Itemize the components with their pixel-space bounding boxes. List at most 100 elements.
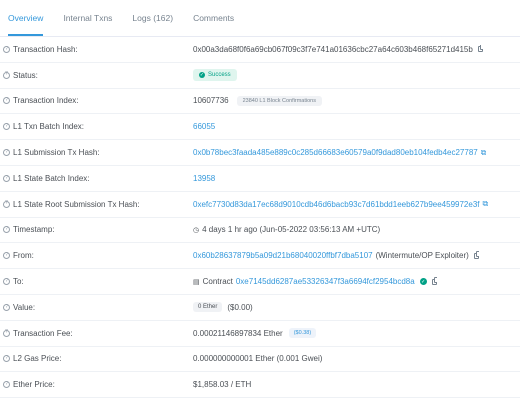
question-circle-icon[interactable]: ? xyxy=(3,200,10,208)
question-circle-icon[interactable]: ? xyxy=(3,174,10,182)
row-to: ? To: ▤ Contract 0xe7145dd6287ae53326347… xyxy=(0,269,520,295)
label: ? Timestamp: xyxy=(0,225,193,234)
value: 10607736 23840 L1 Block Confirmations xyxy=(193,95,322,106)
value: $1,858.03 / ETH xyxy=(193,380,251,389)
external-link-icon[interactable]: ⧉ xyxy=(481,148,487,158)
label: ? Transaction Hash: xyxy=(0,45,193,54)
external-link-icon[interactable]: ⧉ xyxy=(483,199,489,209)
tab-overview[interactable]: Overview xyxy=(8,0,44,36)
value: ✓ Success xyxy=(193,69,237,82)
check-circle-icon: ✓ xyxy=(199,72,205,79)
row-timestamp: ? Timestamp: ◷ 4 days 1 hr ago (Jun-05-2… xyxy=(0,218,520,244)
label: ? L1 Txn Batch Index: xyxy=(0,122,193,131)
label: ? From: xyxy=(0,251,193,260)
row-from: ? From: 0x60b28637879b5a09d21b68040020ff… xyxy=(0,243,520,270)
row-transaction-fee: ? Transaction Fee: 0.00021146897834 Ethe… xyxy=(0,321,520,347)
row-l1-state-batch-index: ? L1 State Batch Index: 13958 xyxy=(0,166,520,192)
label-text: Timestamp: xyxy=(13,225,55,235)
label-text: Transaction Hash: xyxy=(13,44,78,54)
value: 0x60b28637879b5a09d21b68040020ffbf7dba51… xyxy=(193,251,479,260)
question-circle-icon[interactable]: ? xyxy=(3,71,10,79)
l1-submission-hash-link[interactable]: 0x0b78bec3faada485e889c0c285d66683e60579… xyxy=(193,148,478,157)
ether-price-value: $1,858.03 / ETH xyxy=(193,380,252,390)
label-text: Value: xyxy=(13,302,36,312)
label: ? Status: xyxy=(0,71,193,80)
value: 0x00a3da68f0f6a69cb067f09c3f7e741a01636c… xyxy=(193,44,483,54)
value: 0.000000000001 Ether (0.001 Gwei) xyxy=(193,354,322,363)
row-ether-price: ? Ether Price: $1,858.03 / ETH xyxy=(0,372,520,399)
timestamp-value: 4 days 1 hr ago (Jun-05-2022 03:56:13 AM… xyxy=(202,225,381,235)
label-text: From: xyxy=(13,251,34,261)
fee-usd-badge: ($0.38) xyxy=(288,328,317,339)
confirmations-badge: 23840 L1 Block Confirmations xyxy=(236,95,322,106)
clock-icon: ◷ xyxy=(193,226,200,234)
label: ? To: xyxy=(0,277,193,286)
gas-price-value: 0.000000000001 Ether (0.001 Gwei) xyxy=(193,354,323,364)
question-circle-icon[interactable]: ? xyxy=(3,149,10,157)
label: ? L2 Gas Price: xyxy=(0,354,193,363)
row-value: ? Value: 0 Ether ($0.00) xyxy=(0,295,520,321)
tab-comments[interactable]: Comments xyxy=(193,0,234,36)
tab-logs[interactable]: Logs (162) xyxy=(132,0,173,36)
question-circle-icon[interactable]: ? xyxy=(3,252,10,260)
l1-state-root-hash-link[interactable]: 0xefc7730d83da17ec68d9010cdb46d6bacb93c7… xyxy=(193,200,480,209)
label-text: Ether Price: xyxy=(13,380,55,390)
value: 0x0b78bec3faada485e889c0c285d66683e60579… xyxy=(193,148,486,158)
label-text: To: xyxy=(13,277,24,287)
question-circle-icon[interactable]: ? xyxy=(3,329,10,337)
label-text: L1 State Root Submission Tx Hash: xyxy=(13,199,140,209)
row-status: ? Status: ✓ Success xyxy=(0,63,520,89)
label-text: L1 Submission Tx Hash: xyxy=(13,148,100,158)
check-circle-icon: ✓ xyxy=(419,278,427,286)
l1-txn-batch-link[interactable]: 66055 xyxy=(193,122,215,131)
question-circle-icon[interactable]: ? xyxy=(3,278,10,286)
row-l1-state-root-hash: ? L1 State Root Submission Tx Hash: 0xef… xyxy=(0,192,520,218)
copy-icon[interactable] xyxy=(477,44,483,53)
label-text: L1 Txn Batch Index: xyxy=(13,122,85,132)
copy-icon[interactable] xyxy=(431,277,437,285)
value: 0 Ether ($0.00) xyxy=(193,302,253,313)
label: ? Transaction Fee: xyxy=(0,329,193,338)
question-circle-icon[interactable]: ? xyxy=(3,45,10,53)
value: 13958 xyxy=(193,174,215,183)
question-circle-icon[interactable]: ? xyxy=(3,226,10,234)
value: 0.00021146897834 Ether ($0.38) xyxy=(193,328,317,339)
label: ? Transaction Index: xyxy=(0,96,193,105)
l1-state-batch-link[interactable]: 13958 xyxy=(193,174,215,183)
usd-value: ($0.00) xyxy=(227,302,253,312)
question-circle-icon[interactable]: ? xyxy=(3,355,10,363)
transaction-details: ? Transaction Hash: 0x00a3da68f0f6a69cb0… xyxy=(0,37,520,399)
contract-prefix: Contract xyxy=(202,277,233,287)
from-address-tag: (Wintermute/OP Exploiter) xyxy=(375,251,469,261)
value: 66055 xyxy=(193,122,215,131)
question-circle-icon[interactable]: ? xyxy=(3,123,10,131)
ether-value-badge: 0 Ether xyxy=(193,302,223,313)
label-text: L1 State Batch Index: xyxy=(13,173,90,183)
copy-icon[interactable] xyxy=(473,251,479,259)
label: ? L1 State Batch Index: xyxy=(0,174,193,183)
tab-bar: Overview Internal Txns Logs (162) Commen… xyxy=(0,0,520,37)
transaction-index-value: 10607736 xyxy=(193,96,229,106)
row-l1-submission-tx-hash: ? L1 Submission Tx Hash: 0x0b78bec3faada… xyxy=(0,140,520,166)
label-text: Status: xyxy=(13,70,38,80)
question-circle-icon[interactable]: ? xyxy=(3,303,10,311)
label: ? Value: xyxy=(0,303,193,312)
row-transaction-index: ? Transaction Index: 10607736 23840 L1 B… xyxy=(0,89,520,115)
file-contract-icon: ▤ xyxy=(193,278,200,286)
status-badge: ✓ Success xyxy=(193,69,237,82)
row-transaction-hash: ? Transaction Hash: 0x00a3da68f0f6a69cb0… xyxy=(0,37,520,63)
question-circle-icon[interactable]: ? xyxy=(3,97,10,105)
label: ? Ether Price: xyxy=(0,380,193,389)
tab-internal-txns[interactable]: Internal Txns xyxy=(63,0,112,36)
question-circle-icon[interactable]: ? xyxy=(3,381,10,389)
status-text: Success xyxy=(208,72,231,79)
from-address-link[interactable]: 0x60b28637879b5a09d21b68040020ffbf7dba51… xyxy=(193,251,373,260)
transaction-fee-value: 0.00021146897834 Ether xyxy=(193,328,283,338)
label-text: L2 Gas Price: xyxy=(13,354,62,364)
value: ◷ 4 days 1 hr ago (Jun-05-2022 03:56:13 … xyxy=(193,225,380,234)
label-text: Transaction Index: xyxy=(13,96,79,106)
row-l2-gas-price: ? L2 Gas Price: 0.000000000001 Ether (0.… xyxy=(0,347,520,373)
to-address-link[interactable]: 0xe7145dd6287ae53326347f3a6694fcf2954bcd… xyxy=(236,277,415,286)
label: ? L1 State Root Submission Tx Hash: xyxy=(0,200,193,209)
label: ? L1 Submission Tx Hash: xyxy=(0,148,193,157)
